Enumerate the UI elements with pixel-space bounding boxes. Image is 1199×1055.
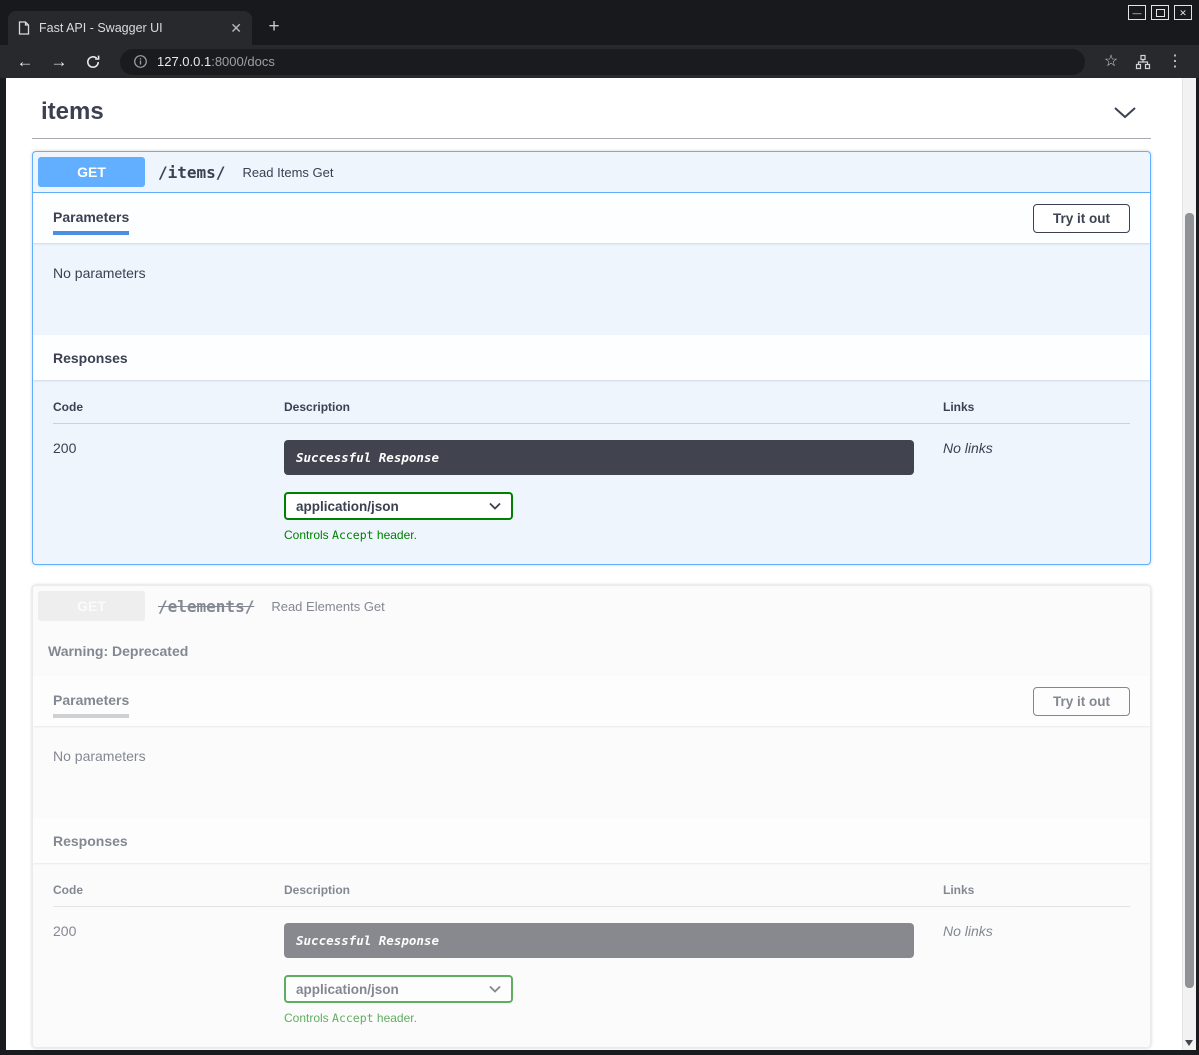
media-type-select[interactable]: application/json	[284, 492, 513, 520]
page-favicon-icon	[18, 21, 30, 35]
response-description: Successful Response	[284, 440, 914, 475]
maximize-button[interactable]	[1151, 5, 1169, 20]
browser-toolbar: ← → 127.0.0.1:8000/docs ☆ ⋮	[0, 45, 1199, 78]
deprecated-warning: Warning: Deprecated	[33, 626, 1150, 676]
new-tab-button[interactable]: +	[262, 15, 286, 39]
titlebar: Fast API - Swagger UI ✕ + — ✕	[0, 0, 1199, 45]
url-path: :8000/docs	[211, 54, 275, 69]
opblock-summary[interactable]: GET /items/ Read Items Get	[33, 152, 1150, 193]
response-links: No links	[943, 440, 1130, 542]
response-row: 200 Successful Response application/json	[53, 907, 1130, 1025]
responses-header: Responses	[33, 335, 1150, 380]
col-links: Links	[943, 400, 1130, 414]
col-code: Code	[53, 883, 284, 897]
response-links: No links	[943, 923, 1130, 1025]
scrollbar-down-arrow-icon[interactable]	[1185, 1040, 1193, 1046]
tab-title: Fast API - Swagger UI	[39, 21, 221, 35]
tab-close-icon[interactable]: ✕	[230, 21, 242, 35]
swagger-page: items GET /items/ Read Items Get Paramet…	[6, 78, 1182, 1050]
try-it-out-button[interactable]: Try it out	[1033, 204, 1130, 233]
opblock-get-items: GET /items/ Read Items Get Parameters Tr…	[32, 151, 1151, 565]
response-row: 200 Successful Response application/json	[53, 424, 1130, 542]
endpoint-summary: Read Items Get	[242, 165, 333, 180]
responses-title: Responses	[53, 833, 128, 849]
media-type-value: application/json	[296, 499, 399, 514]
responses-table: Code Description Links 200 Successful Re…	[33, 863, 1150, 1047]
site-info-icon[interactable]	[133, 54, 148, 69]
col-description: Description	[284, 883, 943, 897]
method-badge: GET	[38, 591, 145, 621]
minimize-button[interactable]: —	[1128, 5, 1146, 20]
bookmark-star-icon[interactable]: ☆	[1097, 47, 1125, 77]
no-parameters-text: No parameters	[33, 726, 1150, 818]
section-title: items	[41, 98, 104, 126]
close-window-button[interactable]: ✕	[1174, 5, 1192, 20]
response-description: Successful Response	[284, 923, 914, 958]
responses-table-header: Code Description Links	[53, 400, 1130, 424]
accept-header-note: Controls Accept header.	[284, 1011, 943, 1025]
endpoint-summary: Read Elements Get	[271, 599, 384, 614]
back-button[interactable]: ←	[10, 47, 40, 77]
responses-table: Code Description Links 200 Successful Re…	[33, 380, 1150, 564]
parameters-header: Parameters Try it out	[33, 193, 1150, 243]
items-section-header: items	[32, 90, 1151, 139]
responses-header: Responses	[33, 818, 1150, 863]
browser-tab[interactable]: Fast API - Swagger UI ✕	[8, 11, 252, 45]
response-code: 200	[53, 923, 284, 1025]
url-text: 127.0.0.1:8000/docs	[157, 54, 275, 69]
parameters-header: Parameters Try it out	[33, 676, 1150, 726]
page-scrollbar[interactable]	[1182, 78, 1196, 1050]
no-parameters-text: No parameters	[33, 243, 1150, 335]
window-controls: — ✕	[1128, 5, 1192, 20]
col-description: Description	[284, 400, 943, 414]
url-host: 127.0.0.1	[157, 54, 211, 69]
forward-button[interactable]: →	[44, 47, 74, 77]
parameters-tab[interactable]: Parameters	[53, 197, 129, 239]
responses-table-header: Code Description Links	[53, 883, 1130, 907]
responses-title: Responses	[53, 350, 128, 366]
opblock-summary[interactable]: GET /elements/ Read Elements Get	[33, 586, 1150, 626]
endpoint-path: /elements/	[158, 597, 254, 616]
col-code: Code	[53, 400, 284, 414]
menu-kebab-icon[interactable]: ⋮	[1161, 47, 1189, 77]
method-badge: GET	[38, 157, 145, 187]
accept-header-note: Controls Accept header.	[284, 528, 943, 542]
media-type-select[interactable]: application/json	[284, 975, 513, 1003]
select-chevron-icon	[489, 502, 501, 510]
media-type-value: application/json	[296, 982, 399, 997]
parameters-tab[interactable]: Parameters	[53, 680, 129, 722]
chevron-down-icon[interactable]	[1113, 106, 1137, 119]
page-viewport: items GET /items/ Read Items Get Paramet…	[0, 78, 1199, 1055]
scrollbar-thumb[interactable]	[1185, 213, 1194, 988]
col-links: Links	[943, 883, 1130, 897]
try-it-out-button[interactable]: Try it out	[1033, 687, 1130, 716]
opblock-get-elements-deprecated: GET /elements/ Read Elements Get Warning…	[32, 585, 1151, 1048]
reload-button[interactable]	[78, 47, 108, 77]
select-chevron-icon	[489, 985, 501, 993]
browser-window: Fast API - Swagger UI ✕ + — ✕ ← → 127.0.…	[0, 0, 1199, 1055]
url-bar[interactable]: 127.0.0.1:8000/docs	[120, 49, 1085, 75]
endpoint-path: /items/	[158, 163, 225, 182]
response-code: 200	[53, 440, 284, 542]
sitemap-icon[interactable]	[1129, 47, 1157, 77]
